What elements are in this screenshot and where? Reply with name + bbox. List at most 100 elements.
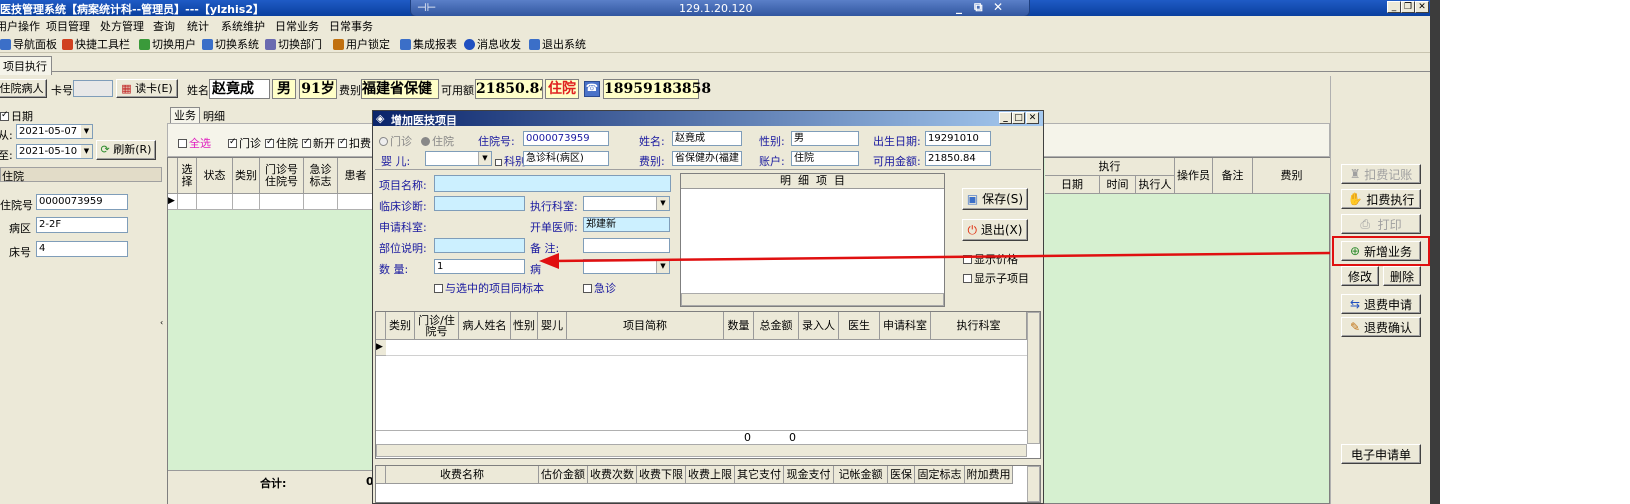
menu-user-ops[interactable]: 用户操作 (0, 18, 40, 34)
splitter-arrow-icon[interactable]: ‹ (160, 318, 166, 334)
detail-list[interactable]: 明 细 项 目 (680, 173, 945, 307)
clinical-dx-input[interactable] (434, 196, 525, 211)
table-cell[interactable] (338, 194, 374, 210)
toolbar-nav-panel[interactable]: 导航面板 (0, 36, 57, 52)
chevron-down-icon[interactable]: ▼ (81, 145, 92, 158)
fee-col-estimate[interactable]: 估价金额 (539, 466, 588, 484)
refresh-button[interactable]: ⟳ 刷新(R) (96, 140, 156, 160)
refund-confirm-button[interactable]: ✎ 退费确认 (1341, 317, 1421, 337)
chevron-down-icon[interactable]: ▼ (81, 125, 92, 138)
pin-icon[interactable]: ⊣⊢ (417, 1, 436, 14)
dialog-dept[interactable]: 急诊科(病区) (523, 151, 609, 166)
dialog-maximize-button[interactable]: □ (1012, 112, 1025, 124)
card-input[interactable] (73, 80, 113, 97)
radio-inpatient[interactable]: 住院 (421, 133, 454, 149)
table-cell[interactable] (197, 194, 233, 210)
grid-col-patient-name[interactable]: 病人姓名 (459, 312, 511, 340)
exec-dept-select[interactable] (583, 196, 670, 211)
column-header-fee-type[interactable]: 费别 (1253, 158, 1331, 194)
date-checkbox[interactable]: 日期 (0, 108, 33, 124)
toolbar-switch-user[interactable]: 切换用户 (139, 36, 196, 52)
column-header-patient[interactable]: 患者 (338, 158, 374, 194)
to-date-input[interactable]: 2021-05-10 ▼ (16, 144, 93, 159)
column-header-executor[interactable]: 执行人 (1136, 176, 1175, 194)
deduct-record-button[interactable]: ♜ 扣费记账 (1341, 164, 1421, 184)
table-cell[interactable] (260, 194, 304, 210)
toolbar-switch-system[interactable]: 切换系统 (202, 36, 259, 52)
tab-business[interactable]: 业务 (170, 107, 200, 123)
fee-col-account-amount[interactable]: 记帐金额 (834, 466, 888, 484)
menu-statistics[interactable]: 统计 (187, 18, 209, 34)
dialog-minimize-button[interactable]: _ (999, 112, 1012, 124)
fee-col-upper[interactable]: 收费上限 (686, 466, 735, 484)
fee-col-name[interactable]: 收费名称 (386, 466, 539, 484)
dialog-fee[interactable]: 省保健办(福建 (672, 151, 742, 166)
grid-col-sex[interactable]: 性别 (511, 312, 538, 340)
toolbar-lock[interactable]: 用户锁定 (333, 36, 390, 52)
column-header-urgent[interactable]: 急诊 标志 (304, 158, 338, 194)
select-all-checkbox[interactable]: 全选 (178, 135, 211, 151)
menu-query[interactable]: 查询 (153, 18, 175, 34)
delete-button[interactable]: 删除 (1383, 266, 1421, 286)
inpatient-checkbox[interactable]: 住院 (265, 135, 298, 151)
deduct-checkbox[interactable]: 扣费 (338, 135, 371, 151)
grid-vscrollbar[interactable] (1027, 312, 1040, 444)
tab-project-execution[interactable]: 项目执行 (0, 56, 52, 75)
column-header-category[interactable]: 类别 (233, 158, 260, 194)
dialog-sex[interactable]: 男 (791, 131, 859, 146)
from-date-input[interactable]: 2021-05-07 ▼ (16, 124, 93, 139)
table-cell[interactable] (304, 194, 338, 210)
grid-col-doctor[interactable]: 医生 (839, 312, 880, 340)
menu-daily-affairs[interactable]: 日常事务 (329, 18, 373, 34)
dialog-close-button[interactable]: ✕ (1026, 112, 1039, 124)
grid-col-entered-by[interactable]: 录入人 (799, 312, 839, 340)
grid-col-infant[interactable]: 婴儿 (538, 312, 567, 340)
toolbar-switch-dept[interactable]: 切换部门 (265, 36, 322, 52)
menu-prescription[interactable]: 处方管理 (100, 18, 144, 34)
grid-hscrollbar[interactable] (376, 444, 1027, 457)
item-name-input[interactable] (434, 175, 671, 192)
deduct-execute-button[interactable]: ✋ 扣费执行 (1341, 189, 1421, 209)
grid-col-item-short[interactable]: 项目简称 (567, 312, 724, 340)
bed-input[interactable]: 4 (36, 241, 128, 257)
save-button[interactable]: ▣ 保存(S) (962, 188, 1028, 210)
table-row[interactable] (386, 340, 1027, 356)
urgent-checkbox[interactable]: 急诊 (583, 280, 616, 296)
outpatient-checkbox[interactable]: 门诊 (228, 135, 261, 151)
fee-col-extra-fee[interactable]: 附加费用 (965, 466, 1013, 484)
detail-hscrollbar[interactable] (681, 293, 944, 306)
fee-col-fixed-flag[interactable]: 固定标志 (915, 466, 965, 484)
grid-col-visit-no[interactable]: 门诊/住 院号 (415, 312, 459, 340)
grid-col-category[interactable]: 类别 (386, 312, 415, 340)
table-cell[interactable] (178, 194, 197, 210)
tab-detail[interactable]: 明细 (203, 108, 225, 124)
phone-icon[interactable]: ☎ (584, 81, 600, 97)
grid-col-qty[interactable]: 数量 (724, 312, 754, 340)
site-input[interactable] (434, 238, 525, 253)
menu-daily-business[interactable]: 日常业务 (275, 18, 319, 34)
menu-item-management[interactable]: 项目管理 (46, 18, 90, 34)
inpatient-no-input[interactable]: 0000073959 (36, 194, 128, 210)
fee-vscrollbar[interactable] (1027, 466, 1040, 502)
same-specimen-checkbox[interactable]: 与选中的项目同标本 (434, 280, 544, 296)
e-request-button[interactable]: 电子申请单 (1341, 444, 1421, 464)
column-header-exec-time[interactable]: 时间 (1100, 176, 1136, 194)
refund-request-button[interactable]: ⇆ 退费申请 (1341, 294, 1421, 314)
toolbar-report[interactable]: 集成报表 (400, 36, 457, 52)
exit-button[interactable]: ⏻ 退出(X) (962, 219, 1028, 241)
toolbar-quick-tools[interactable]: 快捷工具栏 (62, 36, 130, 52)
column-header-select[interactable]: 选择 (178, 158, 197, 194)
toolbar-exit[interactable]: 退出系统 (529, 36, 586, 52)
toolbar-messages[interactable]: 消息收发 (464, 36, 521, 52)
radio-outpatient[interactable]: 门诊 (379, 133, 412, 149)
dialog-avail[interactable]: 21850.84 (925, 151, 991, 166)
remote-minimize-button[interactable]: _ (956, 0, 962, 14)
dialog-infant-select[interactable] (425, 151, 492, 166)
ward-input[interactable]: 2-2F (36, 217, 128, 233)
column-header-remark[interactable]: 备注 (1213, 158, 1253, 194)
dialog-name[interactable]: 赵竟成 (672, 131, 742, 146)
dialog-account[interactable]: 住院 (791, 151, 859, 166)
grid-col-apply-dept[interactable]: 申请科室 (880, 312, 931, 340)
fee-col-lower[interactable]: 收费下限 (637, 466, 686, 484)
column-header-exec-date[interactable]: 日期 (1045, 176, 1100, 194)
